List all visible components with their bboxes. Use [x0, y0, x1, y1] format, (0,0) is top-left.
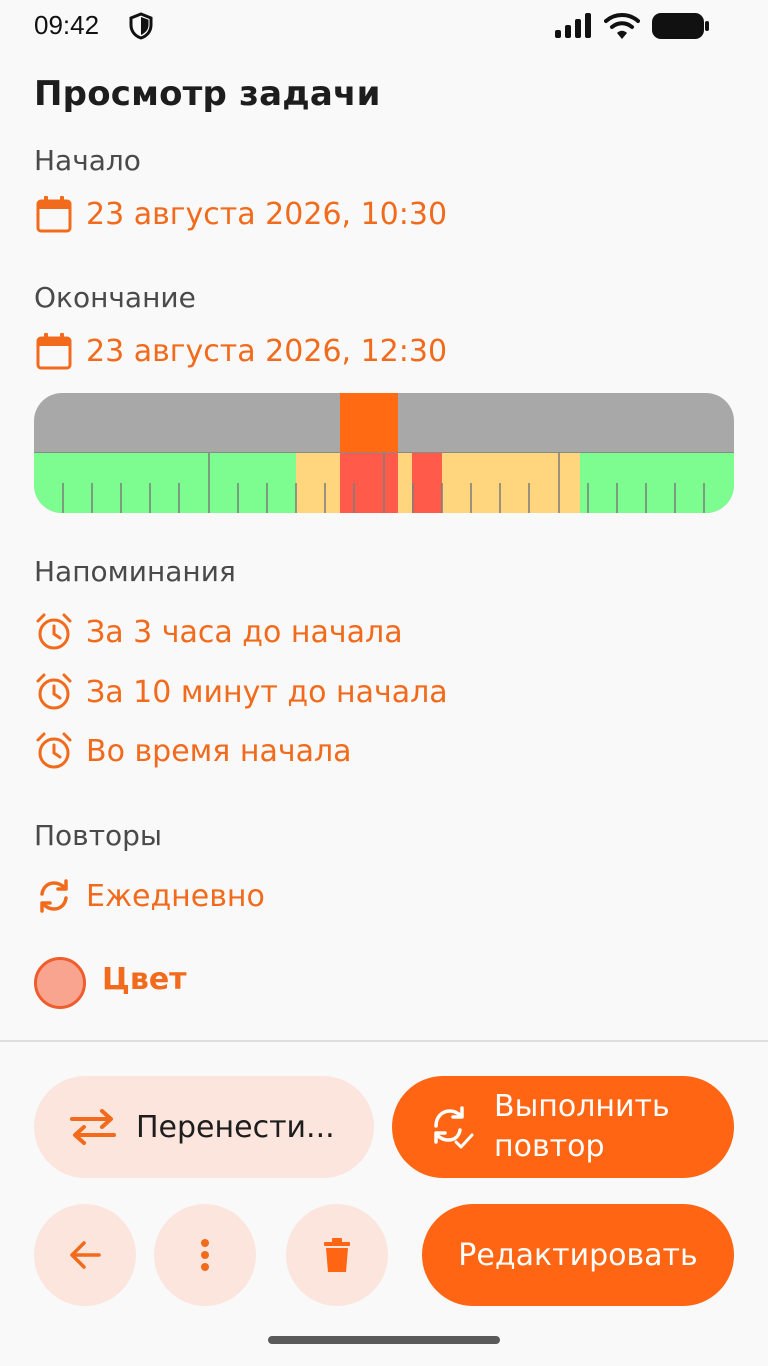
task-slot-marker	[340, 393, 398, 453]
reminder-text: За 3 часа до начала	[86, 614, 403, 650]
page-title: Просмотр задачи	[34, 74, 381, 114]
complete-repeat-label: Выполнить повтор	[494, 1087, 670, 1167]
reminder-item[interactable]: За 10 минут до начала	[34, 670, 448, 714]
alarm-icon	[34, 672, 74, 712]
end-label: Окончание	[34, 281, 196, 314]
start-label: Начало	[34, 144, 141, 177]
complete-repeat-line2: повтор	[494, 1129, 605, 1164]
signal-icon	[555, 13, 591, 38]
day-timeline[interactable]	[34, 393, 734, 513]
more-button[interactable]	[154, 1204, 256, 1306]
repeat-row[interactable]: Ежедневно	[34, 874, 265, 918]
repeat-icon	[34, 876, 74, 916]
reminders-label: Напоминания	[34, 555, 236, 588]
shield-icon	[129, 12, 153, 40]
edit-label: Редактировать	[458, 1237, 698, 1273]
reminder-text: За 10 минут до начала	[86, 674, 448, 710]
start-date-row[interactable]: 23 августа 2026, 10:30	[34, 192, 447, 236]
alarm-icon	[34, 612, 74, 652]
home-indicator[interactable]	[268, 1336, 500, 1344]
divider	[0, 1040, 768, 1042]
swap-arrows-icon	[70, 1109, 116, 1145]
calendar-icon	[34, 331, 74, 371]
reminder-item[interactable]: Во время начала	[34, 729, 352, 773]
color-swatch[interactable]	[34, 957, 86, 1009]
postpone-button[interactable]: Перенести...	[34, 1076, 374, 1178]
complete-repeat-button[interactable]: Выполнить повтор	[392, 1076, 734, 1178]
alarm-icon	[34, 731, 74, 771]
timeline-ticks	[62, 453, 705, 513]
edit-button[interactable]: Редактировать	[422, 1204, 734, 1306]
battery-icon	[652, 13, 709, 39]
end-date-value: 23 августа 2026, 12:30	[86, 333, 448, 369]
repeat-value: Ежедневно	[86, 878, 265, 914]
repeats-label: Повторы	[34, 819, 163, 852]
delete-button[interactable]	[286, 1204, 388, 1306]
start-date-value: 23 августа 2026, 10:30	[86, 196, 448, 232]
status-bar: 09:42	[0, 0, 768, 52]
status-time: 09:42	[34, 10, 100, 40]
complete-repeat-line1: Выполнить	[494, 1089, 670, 1124]
repeat-check-icon	[434, 1106, 474, 1149]
reminder-item[interactable]: За 3 часа до начала	[34, 610, 403, 654]
postpone-label: Перенести...	[136, 1109, 335, 1145]
reminder-text: Во время начала	[86, 733, 352, 769]
trash-icon	[324, 1238, 350, 1272]
color-label: Цвет	[102, 962, 187, 997]
end-date-row[interactable]: 23 августа 2026, 12:30	[34, 329, 447, 373]
more-vertical-icon	[201, 1239, 209, 1271]
wifi-icon	[604, 13, 640, 39]
arrow-left-icon	[70, 1241, 101, 1269]
back-button[interactable]	[34, 1204, 136, 1306]
calendar-icon	[34, 194, 74, 234]
